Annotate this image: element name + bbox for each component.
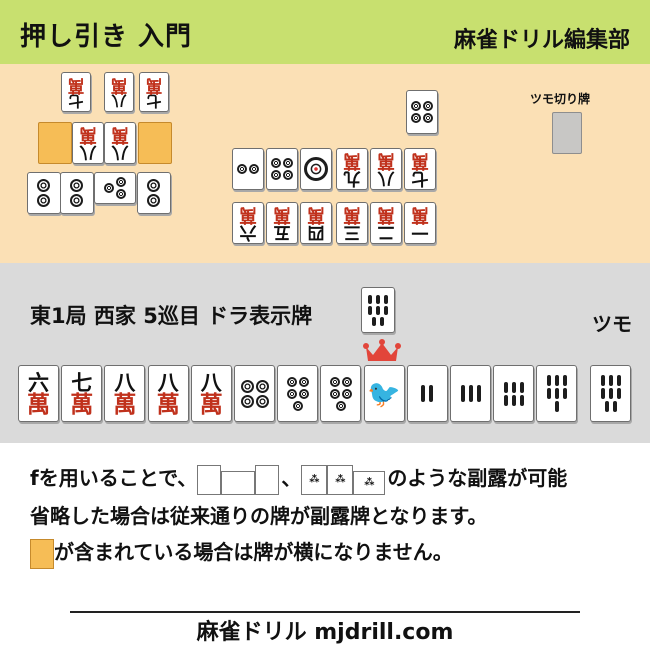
center-row1-3[interactable]: [300, 148, 332, 190]
center-row2-4[interactable]: 三萬: [336, 202, 368, 244]
meld-marker-swatch: [30, 538, 54, 569]
lower-tile-3[interactable]: [94, 172, 136, 204]
dora-indicator[interactable]: [361, 287, 395, 333]
hand-tile-13[interactable]: [536, 365, 578, 422]
note-line-3-text: が含まれている場合は牌が横になりません。: [54, 540, 453, 564]
publisher-name: 麻雀ドリル編集部: [453, 28, 630, 53]
hand-tile-5[interactable]: 八萬: [190, 365, 232, 422]
note-line-1-suffix: のような副露が可能: [387, 466, 568, 490]
hand-tile-1[interactable]: 六萬: [18, 365, 59, 422]
center-row1-2[interactable]: [266, 148, 298, 190]
center-row1-1[interactable]: [232, 148, 264, 190]
upper-tile-3[interactable]: 七萬: [139, 72, 169, 112]
lower-tile-1[interactable]: [27, 172, 61, 214]
header-bar: 押し引き 入門 麻雀ドリル編集部: [0, 0, 650, 64]
center-row2-6[interactable]: 一萬: [404, 202, 436, 244]
crown-icon: [363, 339, 401, 361]
center-row1-6[interactable]: 七萬: [404, 148, 436, 190]
center-row2-5[interactable]: 二萬: [370, 202, 402, 244]
upper-tile-2[interactable]: 八萬: [104, 72, 134, 112]
hand-tile-7[interactable]: [277, 365, 319, 422]
upper-meld-2[interactable]: 八萬: [72, 122, 104, 164]
hand-tile-3[interactable]: 八萬: [104, 365, 146, 422]
lower-tile-4[interactable]: [137, 172, 171, 214]
upper-meld-3[interactable]: 八萬: [104, 122, 136, 164]
hand-tile-10[interactable]: [406, 365, 448, 422]
center-row2-3[interactable]: 四萬: [300, 202, 332, 244]
tsumogiri-tile[interactable]: [552, 112, 582, 154]
drawn-tile[interactable]: [590, 365, 631, 422]
lower-tile-2[interactable]: [60, 172, 94, 214]
page-title: 押し引き 入門: [20, 22, 193, 52]
note-line-3: が含まれている場合は牌が横になりません。: [30, 536, 453, 569]
note-line-1: fを用いることで、 、 ⁂ ⁂ ⁂ のような副露が可能: [30, 462, 567, 495]
sou-meld-example: ⁂ ⁂ ⁂: [301, 464, 387, 495]
hand-tile-11[interactable]: [450, 365, 491, 422]
upper-meld-1[interactable]: [38, 122, 72, 164]
upper-tile-1[interactable]: 七萬: [61, 72, 91, 112]
note-line-1-sep: 、: [281, 466, 302, 490]
center-top[interactable]: [406, 90, 438, 134]
hand-tile-9[interactable]: 🐦: [363, 365, 405, 422]
center-row1-4[interactable]: 九萬: [336, 148, 368, 190]
footer-divider: [70, 611, 580, 613]
hand-tile-2[interactable]: 七萬: [61, 365, 103, 422]
tsumo-label: ツモ: [592, 312, 632, 336]
footer-text: 麻雀ドリル mjdrill.com: [196, 620, 454, 645]
tsumogiri-label: ツモ切り牌: [530, 92, 591, 106]
hand-tile-12[interactable]: [493, 365, 535, 422]
upper-meld-4[interactable]: [138, 122, 172, 164]
note-line-2: 省略した場合は従来通りの牌が副露牌となります。: [30, 504, 488, 528]
hand-tile-6[interactable]: [234, 365, 275, 422]
note-line-1-prefix: fを用いることで、: [30, 466, 198, 490]
hand-tile-8[interactable]: [320, 365, 362, 422]
round-info: 東1局 西家 5巡目 ドラ表示牌: [30, 304, 313, 328]
center-row1-5[interactable]: 八萬: [370, 148, 402, 190]
blank-meld-example: [197, 464, 281, 495]
hand-tile-4[interactable]: 八萬: [147, 365, 189, 422]
center-row2-1[interactable]: 六萬: [232, 202, 264, 244]
center-row2-2[interactable]: 五萬: [266, 202, 298, 244]
